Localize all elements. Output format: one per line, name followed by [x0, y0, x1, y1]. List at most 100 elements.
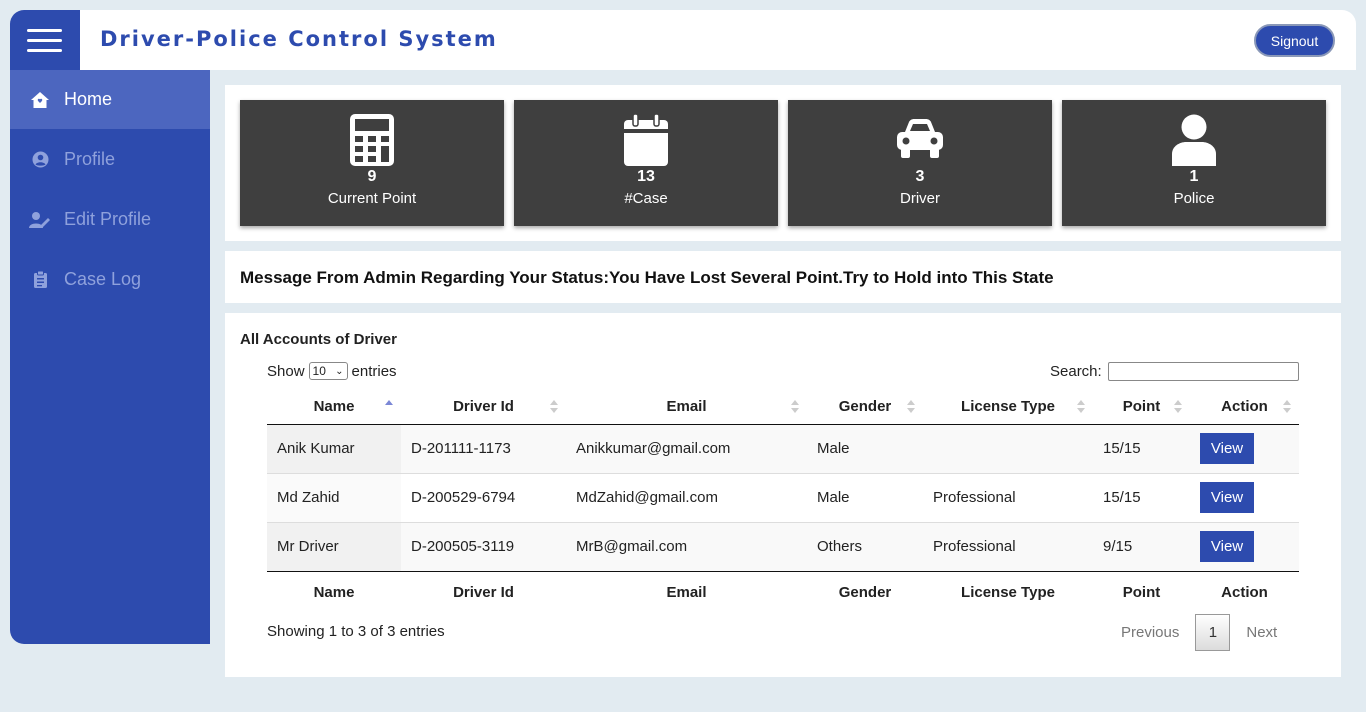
stat-card-driver: 3 Driver [788, 100, 1052, 226]
sort-icon [1174, 400, 1182, 414]
table-info: Showing 1 to 3 of 3 entries [267, 623, 445, 640]
page-length-control: Show 10 ⌄ entries [267, 362, 397, 380]
stat-value: 3 [915, 168, 925, 185]
column-header-action[interactable]: Action [1190, 389, 1299, 425]
admin-message-panel: Message From Admin Regarding Your Status… [225, 251, 1341, 303]
footer-point: Point [1093, 570, 1190, 613]
footer-name: Name [267, 570, 401, 613]
cell-driver-id: D-201111-1173 [401, 424, 566, 474]
search-control: Search: [1050, 362, 1299, 381]
column-label: Gender [838, 397, 892, 415]
cell-email: MdZahid@gmail.com [566, 473, 807, 523]
sidebar-item-case-log[interactable]: Case Log [10, 250, 210, 309]
footer-gender: Gender [807, 570, 923, 613]
view-button[interactable]: View [1200, 482, 1254, 513]
pagination: Previous 1 Next [1105, 614, 1293, 651]
driver-accounts-panel: All Accounts of Driver Show 10 ⌄ entries… [225, 313, 1341, 677]
footer-license-type: License Type [923, 570, 1093, 613]
top-bar: Driver-Police Control System Signout [10, 10, 1356, 70]
cell-action: View [1190, 424, 1299, 474]
sort-icon [907, 400, 915, 414]
page-length-select[interactable]: 10 ⌄ [308, 362, 348, 380]
column-header-license-type[interactable]: License Type [923, 389, 1093, 425]
pagination-next[interactable]: Next [1230, 624, 1293, 641]
view-button[interactable]: View [1200, 433, 1254, 464]
admin-message: Message From Admin Regarding Your Status… [240, 268, 1054, 287]
column-label: Action [1221, 397, 1268, 415]
cell-name: Mr Driver [267, 522, 401, 571]
stat-value: 1 [1189, 168, 1199, 185]
chevron-down-icon: ⌄ [335, 366, 344, 377]
sidebar: Home Profile Edit Profile Case Log [10, 70, 210, 644]
cell-point: 15/15 [1093, 473, 1190, 523]
table-row: Mr Driver D-200505-3119 MrB@gmail.com Ot… [267, 522, 1299, 571]
cell-action: View [1190, 473, 1299, 523]
pagination-page-1[interactable]: 1 [1195, 614, 1231, 651]
cell-gender: Male [807, 424, 923, 474]
cell-email: Anikkumar@gmail.com [566, 424, 807, 474]
sort-icon [1283, 400, 1291, 414]
app-title: Driver-Police Control System [100, 27, 498, 51]
table-row: Anik Kumar D-201111-1173 Anikkumar@gmail… [267, 424, 1299, 474]
cell-point: 9/15 [1093, 522, 1190, 571]
footer-driver-id: Driver Id [401, 570, 566, 613]
search-label: Search: [1050, 363, 1102, 380]
table-footer-row: Name Driver Id Email Gender License Type… [267, 570, 1299, 613]
sort-icon [1077, 400, 1085, 414]
home-icon [28, 90, 52, 110]
cell-gender: Others [807, 522, 923, 571]
user-icon [1172, 114, 1216, 166]
calculator-icon [350, 114, 394, 166]
cell-license-type: Professional [923, 522, 1093, 571]
pagination-previous[interactable]: Previous [1105, 624, 1195, 641]
column-header-gender[interactable]: Gender [807, 389, 923, 425]
user-edit-icon [28, 210, 52, 230]
sort-asc-icon [385, 400, 393, 414]
cell-driver-id: D-200505-3119 [401, 522, 566, 571]
stat-label: Current Point [327, 190, 417, 207]
column-header-email[interactable]: Email [566, 389, 807, 425]
search-input[interactable] [1107, 362, 1299, 381]
stat-value: 13 [637, 168, 655, 185]
signout-button[interactable]: Signout [1254, 24, 1335, 57]
hamburger-menu-icon[interactable] [10, 10, 80, 70]
table-header-row: Name Driver Id Email Gender License Type… [267, 389, 1299, 425]
sidebar-item-label: Profile [64, 149, 116, 169]
stat-card-case: 13 #Case [514, 100, 778, 226]
clipboard-icon [28, 270, 52, 290]
cell-action: View [1190, 522, 1299, 571]
column-header-name[interactable]: Name [267, 389, 401, 425]
car-icon [895, 114, 945, 166]
table-title: All Accounts of Driver [240, 331, 397, 348]
stat-label: Driver [900, 190, 940, 207]
stat-card-police: 1 Police [1062, 100, 1326, 226]
stat-label: #Case [624, 190, 668, 207]
sort-icon [791, 400, 799, 414]
drivers-table: Name Driver Id Email Gender License Type… [267, 389, 1299, 613]
footer-email: Email [566, 570, 807, 613]
cell-email: MrB@gmail.com [566, 522, 807, 571]
column-label: Email [666, 397, 707, 415]
sidebar-item-edit-profile[interactable]: Edit Profile [10, 190, 210, 249]
cell-license-type: Professional [923, 473, 1093, 523]
column-header-driver-id[interactable]: Driver Id [401, 389, 566, 425]
column-label: Driver Id [453, 397, 514, 415]
cell-driver-id: D-200529-6794 [401, 473, 566, 523]
stat-label: Police [1173, 190, 1215, 207]
column-header-point[interactable]: Point [1093, 389, 1190, 425]
entries-label: entries [351, 362, 397, 380]
sidebar-item-label: Edit Profile [64, 209, 152, 229]
cell-name: Anik Kumar [267, 424, 401, 474]
user-circle-icon [28, 150, 52, 170]
footer-action: Action [1190, 570, 1299, 613]
stat-card-current-point: 9 Current Point [240, 100, 504, 226]
cell-point: 15/15 [1093, 424, 1190, 474]
column-label: Name [313, 397, 355, 415]
view-button[interactable]: View [1200, 531, 1254, 562]
sidebar-item-profile[interactable]: Profile [10, 130, 210, 189]
show-label: Show [267, 362, 305, 380]
stats-panel: 9 Current Point 13 #Case 3 Driver 1 Poli… [225, 85, 1341, 241]
column-label: License Type [961, 397, 1055, 415]
sidebar-item-home[interactable]: Home [10, 70, 210, 129]
cell-name: Md Zahid [267, 473, 401, 523]
